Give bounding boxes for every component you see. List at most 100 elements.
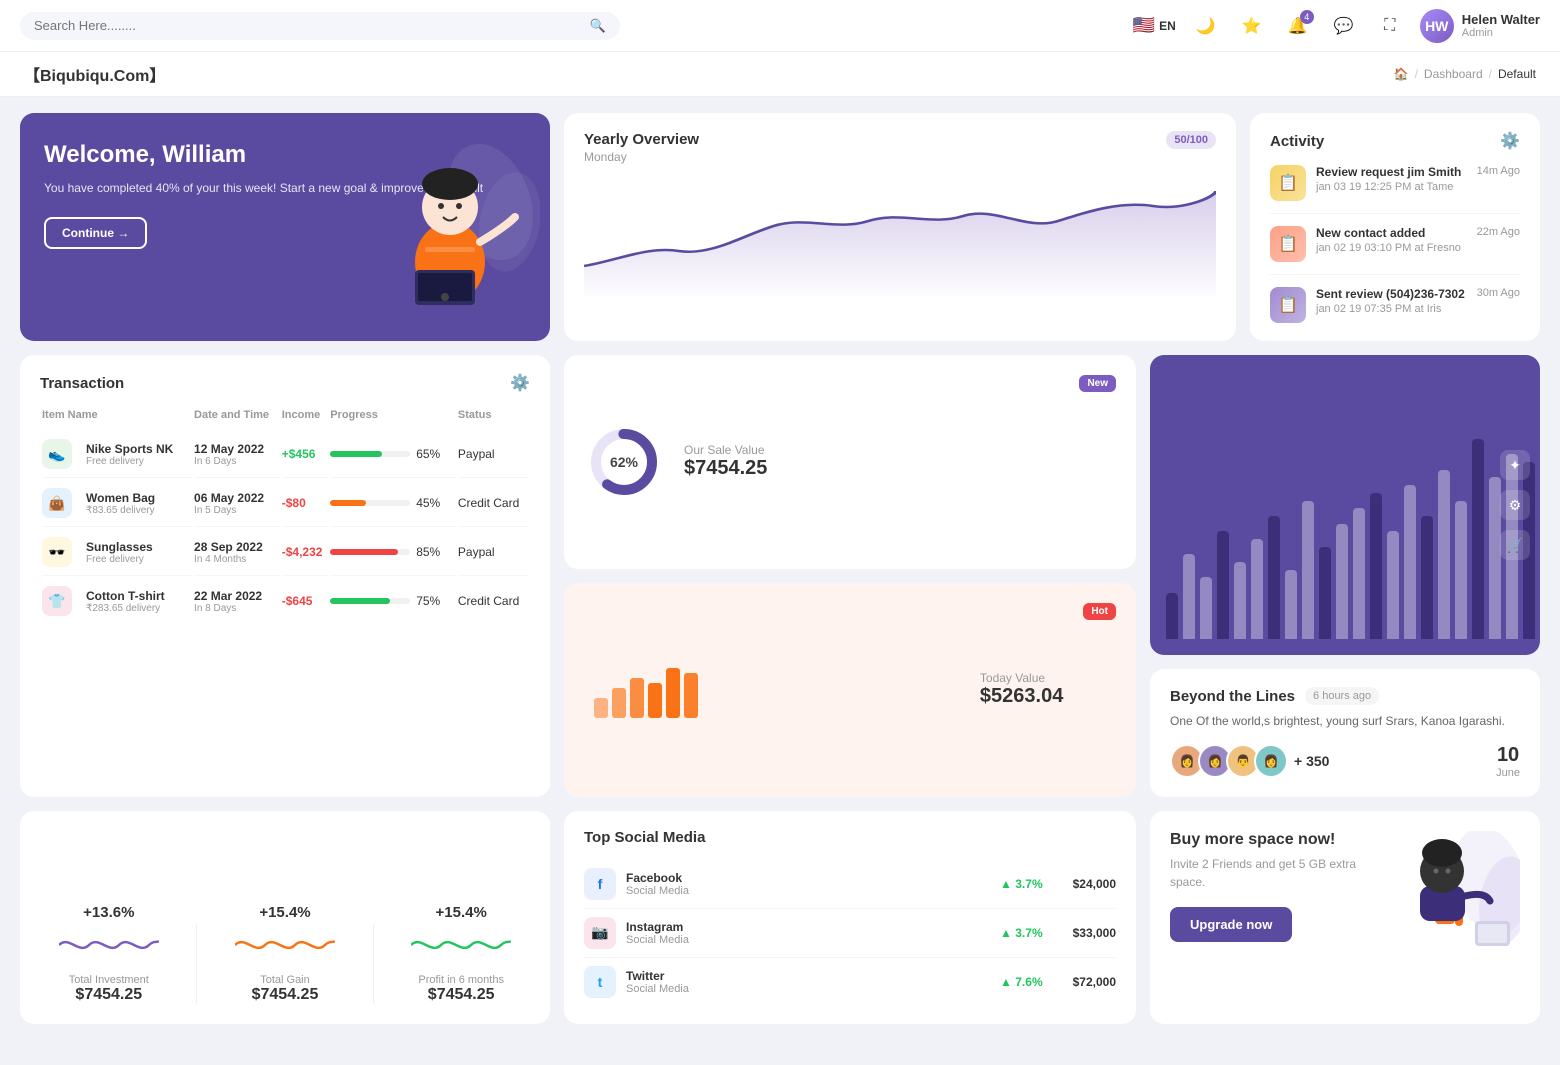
item-cell: 🕶️ Sunglasses Free delivery (42, 529, 192, 576)
social-sub: Social Media (626, 983, 689, 995)
transaction-gear-icon[interactable]: ⚙️ (510, 373, 530, 393)
progress-fill (330, 549, 398, 555)
nav-icons: 🇺🇸 EN 🌙 ⭐ 🔔 4 💬 ⛶ HW Helen Walter Admin (1133, 9, 1540, 43)
search-bar[interactable]: 🔍 (20, 12, 620, 40)
progress-bar (330, 451, 410, 457)
home-icon[interactable]: 🏠 (1394, 67, 1409, 81)
social-list: f Facebook Social Media ▲ 3.7% $24,000 📷… (584, 860, 1116, 1006)
table-row: 👟 Nike Sports NK Free delivery 12 May 20… (42, 431, 528, 478)
chart-icon-3[interactable]: 🛒 (1500, 530, 1530, 560)
beyond-card: Beyond the Lines 6 hours ago One Of the … (1150, 669, 1540, 797)
bar-group (1472, 439, 1484, 639)
upgrade-button[interactable]: Upgrade now (1170, 907, 1292, 942)
bookmark-icon[interactable]: ⭐ (1236, 10, 1268, 42)
breadcrumb-bar: 【Biqubiqu.Com】 🏠 / Dashboard / Default (0, 52, 1560, 97)
transaction-header: Transaction ⚙️ (40, 373, 530, 393)
bar (1353, 508, 1365, 639)
table-row: 👕 Cotton T-shirt ₹283.65 delivery 22 Mar… (42, 578, 528, 624)
item-date: 12 May 2022 (194, 442, 280, 456)
breadcrumb-dashboard[interactable]: Dashboard (1424, 67, 1483, 81)
bar (1302, 501, 1314, 639)
status-cell: Credit Card (458, 480, 528, 527)
social-media-card: Top Social Media f Facebook Social Media… (564, 811, 1136, 1024)
activity-sub-text: jan 03 19 12:25 PM at Tame (1316, 181, 1461, 193)
bar-chart-card: ✦ ⚙ 🛒 (1150, 355, 1540, 655)
progress-bar (330, 598, 410, 604)
today-label: Today Value (980, 671, 1063, 685)
bar (1251, 539, 1263, 639)
status-cell: Paypal (458, 431, 528, 478)
today-info: Today Value $5263.04 (980, 671, 1063, 708)
transaction-title: Transaction (40, 375, 124, 392)
stat-item: +15.4% Profit in 6 months $7454.25 (411, 904, 511, 1004)
breadcrumb-sep2: / (1489, 67, 1492, 81)
social-name: Twitter (626, 969, 689, 983)
progress-fill (330, 500, 366, 506)
activity-sub-text: jan 02 19 07:35 PM at Iris (1316, 303, 1465, 315)
bar-group (1455, 501, 1467, 639)
fullscreen-icon[interactable]: ⛶ (1374, 10, 1406, 42)
bar (1421, 516, 1433, 639)
item-date: 06 May 2022 (194, 491, 280, 505)
welcome-illustration (350, 113, 550, 341)
bar-group (1285, 570, 1297, 639)
progress-bar (330, 500, 410, 506)
chart-icon-2[interactable]: ⚙ (1500, 490, 1530, 520)
user-menu[interactable]: HW Helen Walter Admin (1420, 9, 1540, 43)
activity-gear-icon[interactable]: ⚙️ (1500, 131, 1520, 151)
bar-group (1302, 501, 1314, 639)
activity-time: 14m Ago (1477, 165, 1520, 177)
bar-group (1404, 485, 1416, 639)
item-date: 28 Sep 2022 (194, 540, 280, 554)
search-input[interactable] (34, 18, 582, 33)
avatar-4: 👩 (1254, 744, 1288, 778)
activity-title-text: Review request jim Smith (1316, 165, 1461, 179)
progress-cell: 85% (330, 529, 456, 576)
bar (1183, 554, 1195, 639)
theme-toggle[interactable]: 🌙 (1190, 10, 1222, 42)
social-info: Twitter Social Media (626, 969, 689, 995)
continue-button[interactable]: Continue → (44, 217, 147, 249)
table-column-header: Progress (330, 409, 456, 429)
stat-label: Total Gain (235, 974, 335, 986)
stat-divider (196, 924, 197, 1004)
item-sub: Free delivery (86, 456, 173, 467)
item-sub: Free delivery (86, 554, 153, 565)
bar (1234, 562, 1246, 639)
social-info: Facebook Social Media (626, 871, 689, 897)
item-sub: ₹283.65 delivery (86, 603, 165, 614)
top-row: Welcome, William You have completed 40% … (20, 113, 1540, 341)
social-row: t Twitter Social Media ▲ 7.6% $72,000 (584, 958, 1116, 1006)
language-selector[interactable]: 🇺🇸 EN (1133, 15, 1176, 36)
buy-content: Buy more space now! Invite 2 Friends and… (1170, 831, 1520, 954)
date-cell: 12 May 2022 In 6 Days (194, 431, 280, 478)
chart-icon-1[interactable]: ✦ (1500, 450, 1530, 480)
social-value: $33,000 (1073, 926, 1116, 940)
bar (1370, 493, 1382, 639)
today-chart-area (584, 653, 960, 726)
bar-group (1183, 554, 1195, 639)
income-cell: +$456 (282, 431, 328, 478)
overview-progress: 50/100 (1166, 131, 1216, 149)
social-icon: t (584, 966, 616, 998)
activity-title: Activity (1270, 133, 1324, 150)
overview-card: Yearly Overview Monday 50/100 (564, 113, 1236, 341)
new-badge: New (1079, 375, 1116, 392)
messages-icon[interactable]: 💬 (1328, 10, 1360, 42)
progress-pct: 75% (416, 594, 440, 608)
hot-badge: Hot (1083, 603, 1116, 620)
chart-action-icons: ✦ ⚙ 🛒 (1500, 450, 1530, 560)
activity-thumb: 📋 (1270, 226, 1306, 262)
notifications-icon[interactable]: 🔔 4 (1282, 10, 1314, 42)
stat-label: Profit in 6 months (411, 974, 511, 986)
bar (1200, 577, 1212, 639)
table-body: 👟 Nike Sports NK Free delivery 12 May 20… (42, 431, 528, 624)
bar-chart (1166, 399, 1524, 639)
stat-pct: +15.4% (235, 904, 335, 921)
stats-card: +13.6% Total Investment $7454.25 +15.4% … (20, 811, 550, 1024)
beyond-title: Beyond the Lines (1170, 688, 1295, 705)
table-row: 👜 Women Bag ₹83.65 delivery 06 May 2022 … (42, 480, 528, 527)
item-name: Sunglasses (86, 540, 153, 554)
table-column-header: Item Name (42, 409, 192, 429)
beyond-time: 6 hours ago (1305, 687, 1379, 705)
